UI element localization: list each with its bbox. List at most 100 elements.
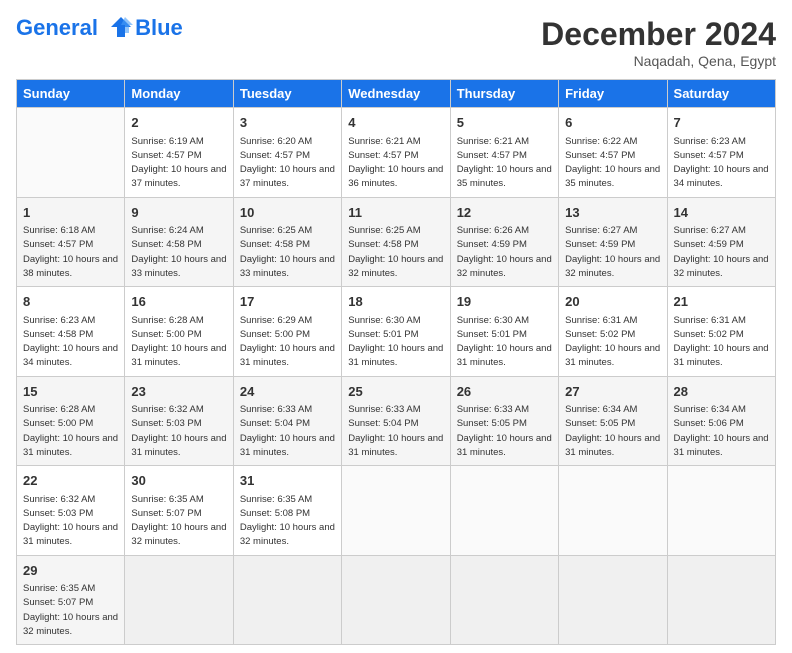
day-info-16: Sunrise: 6:28 AMSunset: 5:00 PMDaylight:… (131, 314, 226, 371)
day-info-4: Sunrise: 6:21 AMSunset: 4:57 PMDaylight:… (348, 135, 443, 192)
day-cell-13: 13Sunrise: 6:27 AMSunset: 4:59 PMDayligh… (559, 197, 667, 287)
day-cell-25: 25Sunrise: 6:33 AMSunset: 5:04 PMDayligh… (342, 376, 450, 466)
day-number-17: 17 (240, 292, 335, 312)
day-info-8: Sunrise: 6:23 AMSunset: 4:58 PMDaylight:… (23, 314, 118, 371)
day-info-15: Sunrise: 6:28 AMSunset: 5:00 PMDaylight:… (23, 403, 118, 460)
empty-cell (450, 555, 558, 645)
logo: General Blue (16, 16, 183, 41)
day-info-6: Sunrise: 6:22 AMSunset: 4:57 PMDaylight:… (565, 135, 660, 192)
day-cell-24: 24Sunrise: 6:33 AMSunset: 5:04 PMDayligh… (233, 376, 341, 466)
day-number-9: 9 (131, 203, 226, 223)
day-cell-30: 30Sunrise: 6:35 AMSunset: 5:07 PMDayligh… (125, 466, 233, 556)
calendar-week-4: 15Sunrise: 6:28 AMSunset: 5:00 PMDayligh… (17, 376, 776, 466)
empty-cell (342, 555, 450, 645)
location: Naqadah, Qena, Egypt (541, 53, 776, 69)
day-number-25: 25 (348, 382, 443, 402)
day-cell-4: 4Sunrise: 6:21 AMSunset: 4:57 PMDaylight… (342, 108, 450, 198)
day-number-10: 10 (240, 203, 335, 223)
page-container: General Blue December 2024 Naqadah, Qena… (0, 0, 792, 653)
day-cell-2: 2Sunrise: 6:19 AMSunset: 4:57 PMDaylight… (125, 108, 233, 198)
day-number-12: 12 (457, 203, 552, 223)
weekday-thursday: Thursday (450, 80, 558, 108)
day-info-17: Sunrise: 6:29 AMSunset: 5:00 PMDaylight:… (240, 314, 335, 371)
day-number-18: 18 (348, 292, 443, 312)
day-cell-21: 21Sunrise: 6:31 AMSunset: 5:02 PMDayligh… (667, 287, 775, 377)
day-number-24: 24 (240, 382, 335, 402)
weekday-sunday: Sunday (17, 80, 125, 108)
day-number-19: 19 (457, 292, 552, 312)
day-cell-23: 23Sunrise: 6:32 AMSunset: 5:03 PMDayligh… (125, 376, 233, 466)
day-info-10: Sunrise: 6:25 AMSunset: 4:58 PMDaylight:… (240, 224, 335, 281)
weekday-tuesday: Tuesday (233, 80, 341, 108)
day-cell-6: 6Sunrise: 6:22 AMSunset: 4:57 PMDaylight… (559, 108, 667, 198)
day-info-22: Sunrise: 6:32 AMSunset: 5:03 PMDaylight:… (23, 493, 118, 550)
day-number-13: 13 (565, 203, 660, 223)
day-number-26: 26 (457, 382, 552, 402)
day-cell-12: 12Sunrise: 6:26 AMSunset: 4:59 PMDayligh… (450, 197, 558, 287)
day-info-27: Sunrise: 6:34 AMSunset: 5:05 PMDaylight:… (565, 403, 660, 460)
day-info-24: Sunrise: 6:33 AMSunset: 5:04 PMDaylight:… (240, 403, 335, 460)
calendar-table: SundayMondayTuesdayWednesdayThursdayFrid… (16, 79, 776, 645)
day-info-23: Sunrise: 6:32 AMSunset: 5:03 PMDaylight:… (131, 403, 226, 460)
day-cell-31: 31Sunrise: 6:35 AMSunset: 5:08 PMDayligh… (233, 466, 341, 556)
day-number-21: 21 (674, 292, 769, 312)
day-info-12: Sunrise: 6:26 AMSunset: 4:59 PMDaylight:… (457, 224, 552, 281)
empty-cell (667, 555, 775, 645)
day-number-30: 30 (131, 471, 226, 491)
calendar-week-1: 2Sunrise: 6:19 AMSunset: 4:57 PMDaylight… (17, 108, 776, 198)
day-number-29: 29 (23, 561, 118, 581)
day-info-9: Sunrise: 6:24 AMSunset: 4:58 PMDaylight:… (131, 224, 226, 281)
empty-cell (125, 555, 233, 645)
day-cell-1: 1Sunrise: 6:18 AMSunset: 4:57 PMDaylight… (17, 197, 125, 287)
empty-cell (559, 466, 667, 556)
day-number-14: 14 (674, 203, 769, 223)
day-info-28: Sunrise: 6:34 AMSunset: 5:06 PMDaylight:… (674, 403, 769, 460)
day-info-14: Sunrise: 6:27 AMSunset: 4:59 PMDaylight:… (674, 224, 769, 281)
day-cell-22: 22Sunrise: 6:32 AMSunset: 5:03 PMDayligh… (17, 466, 125, 556)
day-cell-14: 14Sunrise: 6:27 AMSunset: 4:59 PMDayligh… (667, 197, 775, 287)
weekday-wednesday: Wednesday (342, 80, 450, 108)
day-number-20: 20 (565, 292, 660, 312)
day-cell-17: 17Sunrise: 6:29 AMSunset: 5:00 PMDayligh… (233, 287, 341, 377)
month-title: December 2024 (541, 16, 776, 53)
day-cell-3: 3Sunrise: 6:20 AMSunset: 4:57 PMDaylight… (233, 108, 341, 198)
day-cell-8: 8Sunrise: 6:23 AMSunset: 4:58 PMDaylight… (17, 287, 125, 377)
day-number-8: 8 (23, 292, 118, 312)
calendar-week-2: 1Sunrise: 6:18 AMSunset: 4:57 PMDaylight… (17, 197, 776, 287)
title-block: December 2024 Naqadah, Qena, Egypt (541, 16, 776, 69)
day-number-5: 5 (457, 113, 552, 133)
empty-cell (233, 555, 341, 645)
empty-cell (559, 555, 667, 645)
logo-blue: Blue (135, 16, 183, 40)
day-number-11: 11 (348, 203, 443, 223)
day-number-7: 7 (674, 113, 769, 133)
day-info-20: Sunrise: 6:31 AMSunset: 5:02 PMDaylight:… (565, 314, 660, 371)
day-number-1: 1 (23, 203, 118, 223)
day-number-27: 27 (565, 382, 660, 402)
calendar-week-3: 8Sunrise: 6:23 AMSunset: 4:58 PMDaylight… (17, 287, 776, 377)
day-cell-9: 9Sunrise: 6:24 AMSunset: 4:58 PMDaylight… (125, 197, 233, 287)
day-number-6: 6 (565, 113, 660, 133)
day-info-5: Sunrise: 6:21 AMSunset: 4:57 PMDaylight:… (457, 135, 552, 192)
logo-icon (107, 13, 135, 41)
day-info-2: Sunrise: 6:19 AMSunset: 4:57 PMDaylight:… (131, 135, 226, 192)
logo-general: General (16, 15, 98, 40)
day-info-3: Sunrise: 6:20 AMSunset: 4:57 PMDaylight:… (240, 135, 335, 192)
day-info-11: Sunrise: 6:25 AMSunset: 4:58 PMDaylight:… (348, 224, 443, 281)
weekday-friday: Friday (559, 80, 667, 108)
day-info-26: Sunrise: 6:33 AMSunset: 5:05 PMDaylight:… (457, 403, 552, 460)
day-number-31: 31 (240, 471, 335, 491)
logo-text: General (16, 16, 135, 41)
day-info-31: Sunrise: 6:35 AMSunset: 5:08 PMDaylight:… (240, 493, 335, 550)
day-number-2: 2 (131, 113, 226, 133)
day-cell-29: 29Sunrise: 6:35 AMSunset: 5:07 PMDayligh… (17, 555, 125, 645)
day-info-21: Sunrise: 6:31 AMSunset: 5:02 PMDaylight:… (674, 314, 769, 371)
day-info-7: Sunrise: 6:23 AMSunset: 4:57 PMDaylight:… (674, 135, 769, 192)
day-cell-20: 20Sunrise: 6:31 AMSunset: 5:02 PMDayligh… (559, 287, 667, 377)
calendar-week-6: 29Sunrise: 6:35 AMSunset: 5:07 PMDayligh… (17, 555, 776, 645)
day-cell-15: 15Sunrise: 6:28 AMSunset: 5:00 PMDayligh… (17, 376, 125, 466)
day-number-22: 22 (23, 471, 118, 491)
day-number-15: 15 (23, 382, 118, 402)
day-cell-18: 18Sunrise: 6:30 AMSunset: 5:01 PMDayligh… (342, 287, 450, 377)
header: General Blue December 2024 Naqadah, Qena… (16, 16, 776, 69)
